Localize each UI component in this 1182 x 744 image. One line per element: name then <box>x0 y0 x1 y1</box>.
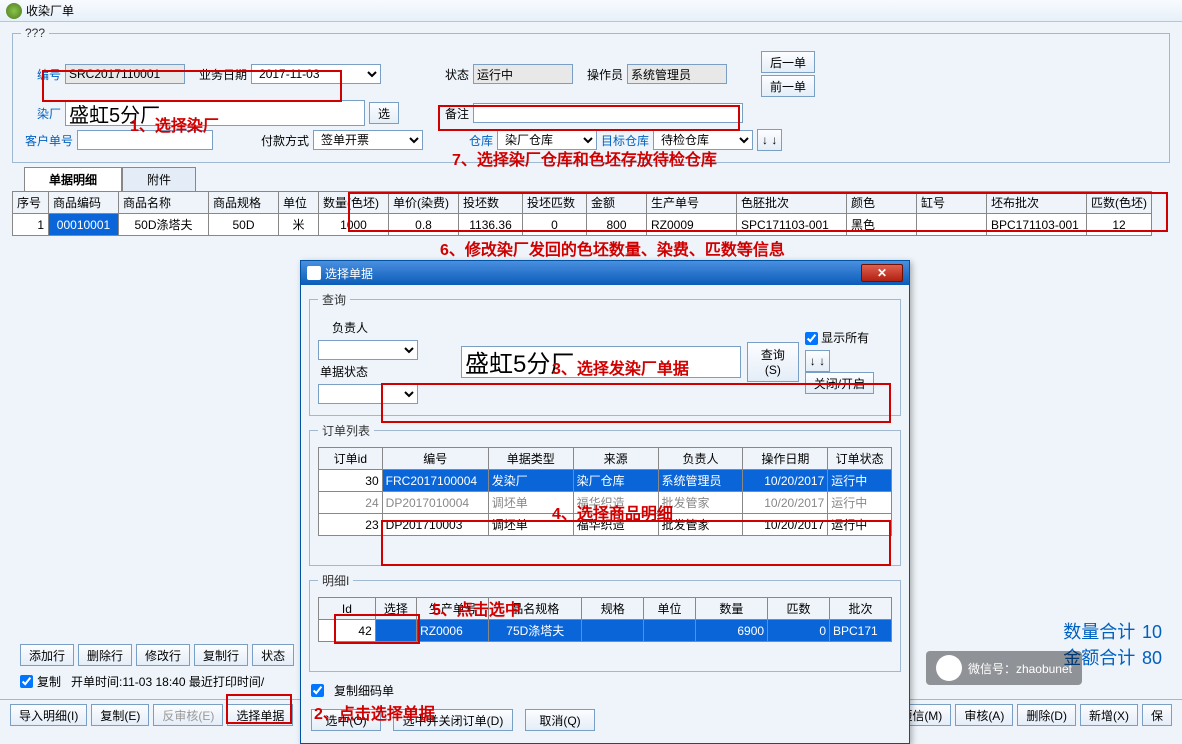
unaudit-button: 反审核(E) <box>153 704 223 726</box>
order-list-grid[interactable]: 订单id编号单据类型来源负责人操作日期订单状态 30FRC2017100004发… <box>318 447 892 536</box>
operator-input <box>627 64 727 84</box>
detail-grid-header: Id选择生产单号品名规格规格单位数量匹数批次 <box>319 598 892 620</box>
header-fieldset: ??? 编号 业务日期 2017-11-03 状态 操作员 后一单 前一单 染厂… <box>12 26 1170 163</box>
header-legend: ??? <box>21 26 49 40</box>
order-list-row[interactable]: 23DP201710003调坯单福华织造批发管家10/20/2017运行中 <box>319 514 892 536</box>
bill-no-label: 编号 <box>21 66 61 83</box>
copy-detail-label: 复制细码单 <box>334 682 394 699</box>
order-list-row[interactable]: 30FRC2017100004发染厂染厂仓库系统管理员10/20/2017运行中 <box>319 470 892 492</box>
copy-chk-label: 复制 <box>37 673 61 690</box>
operator-label: 操作员 <box>587 66 623 83</box>
wechat-watermark: 微信号：zhaobunet <box>926 651 1082 685</box>
target-wh-label: 目标仓库 <box>601 132 649 149</box>
save-button[interactable]: 保 <box>1142 704 1172 726</box>
detail-grid-inner[interactable]: Id选择生产单号品名规格规格单位数量匹数批次 42RZ000675D涤塔夫690… <box>318 597 892 642</box>
add-button[interactable]: 新增(X) <box>1080 704 1138 726</box>
order-list-legend: 订单列表 <box>318 422 374 439</box>
prev-bill-button[interactable]: 前一单 <box>761 75 815 97</box>
search-button[interactable]: 查询(S) <box>747 342 799 382</box>
add-row-button[interactable]: 添加行 <box>20 644 74 666</box>
cust-order-label: 客户单号 <box>21 132 73 149</box>
dye-factory-input[interactable] <box>65 100 365 126</box>
biz-date-select[interactable]: 2017-11-03 <box>251 64 381 84</box>
copy-detail-checkbox[interactable] <box>311 684 324 697</box>
order-list-header: 订单id编号单据类型来源负责人操作日期订单状态 <box>319 448 892 470</box>
dialog-title-text: 选择单据 <box>325 265 373 282</box>
bill-status-select[interactable] <box>318 384 418 404</box>
tab-bar: 单据明细 附件 <box>24 167 1182 191</box>
search-input[interactable] <box>461 346 741 378</box>
warehouse-select[interactable]: 染厂仓库 <box>497 130 597 150</box>
cust-order-input[interactable] <box>77 130 213 150</box>
warehouse-label: 仓库 <box>469 132 493 149</box>
show-all-label: 显示所有 <box>821 331 869 345</box>
open-time-text: 开单时间:11-03 18:40 最近打印时间/ <box>71 673 264 690</box>
window-title: 收染厂单 <box>26 2 74 19</box>
dialog-icon <box>307 266 321 280</box>
dye-factory-label: 染厂 <box>21 105 61 122</box>
dlg-cancel-button[interactable]: 取消(Q) <box>525 709 595 731</box>
grid-header-row: 序号商品编码商品名称商品规格单位数量(色坯)单价(染费)投坯数投坯匹数金额生产单… <box>13 192 1152 214</box>
biz-date-label: 业务日期 <box>199 66 247 83</box>
grid-row[interactable]: 1 00010001 50D涤塔夫 50D 米 1000 0.8 1136.36… <box>13 214 1152 236</box>
select-factory-button[interactable]: 选 <box>369 102 399 124</box>
show-all-checkbox[interactable] <box>805 332 818 345</box>
target-wh-select[interactable]: 待检仓库 <box>653 130 753 150</box>
query-fieldset: 查询 负责人 单据状态 查询(S) 显示所有 ↓ ↓ 关闭/开启 <box>309 291 901 416</box>
app-icon <box>6 3 22 19</box>
reorder-arrows[interactable]: ↓ ↓ <box>757 129 782 151</box>
close-icon[interactable]: ✕ <box>861 264 903 282</box>
copy-button[interactable]: 复制(E) <box>91 704 149 726</box>
pay-method-label: 付款方式 <box>261 132 309 149</box>
del-row-button[interactable]: 删除行 <box>78 644 132 666</box>
row-edit-buttons: 添加行 删除行 修改行 复制行 状态 <box>20 644 294 666</box>
select-bill-dialog: 选择单据 ✕ 查询 负责人 单据状态 查询(S) 显示所有 ↓ ↓ 关闭/开启 … <box>300 260 910 744</box>
next-bill-button[interactable]: 后一单 <box>761 51 815 73</box>
wechat-text: 微信号：zhaobunet <box>968 660 1072 677</box>
remark-label: 备注 <box>445 105 469 122</box>
query-legend: 查询 <box>318 291 350 308</box>
delete-button[interactable]: 删除(D) <box>1017 704 1076 726</box>
dlg-select-close-button[interactable]: 选中并关闭订单(D) <box>393 709 513 731</box>
bill-status-label: 单据状态 <box>318 363 368 380</box>
close-open-button[interactable]: 关闭/开启 <box>805 372 874 394</box>
window-titlebar: 收染厂单 <box>0 0 1182 22</box>
dialog-titlebar[interactable]: 选择单据 ✕ <box>301 261 909 285</box>
tab-attach[interactable]: 附件 <box>122 167 196 191</box>
audit-button[interactable]: 审核(A) <box>955 704 1013 726</box>
pay-method-select[interactable]: 签单开票 <box>313 130 423 150</box>
copy-checkbox[interactable] <box>20 675 33 688</box>
detail-grid[interactable]: 序号商品编码商品名称商品规格单位数量(色坯)单价(染费)投坯数投坯匹数金额生产单… <box>12 191 1152 236</box>
dlg-select-button[interactable]: 选中(O) <box>311 709 381 731</box>
detail-fieldset: 明细I Id选择生产单号品名规格规格单位数量匹数批次 42RZ000675D涤塔… <box>309 572 901 672</box>
import-detail-button[interactable]: 导入明细(I) <box>10 704 87 726</box>
remark-input[interactable] <box>473 103 743 123</box>
select-bill-button[interactable]: 选择单据 <box>227 704 293 726</box>
status-label: 状态 <box>445 66 469 83</box>
status-input <box>473 64 573 84</box>
owner-label: 负责人 <box>318 319 368 336</box>
order-list-fieldset: 订单列表 订单id编号单据类型来源负责人操作日期订单状态 30FRC201710… <box>309 422 901 566</box>
order-list-row[interactable]: 24DP2017010004调坯单福华织造批发管家10/20/2017运行中 <box>319 492 892 514</box>
tab-detail[interactable]: 单据明细 <box>24 167 122 191</box>
owner-select[interactable] <box>318 340 418 360</box>
copy-row-button[interactable]: 复制行 <box>194 644 248 666</box>
detail-grid-row[interactable]: 42RZ000675D涤塔夫69000BPC171 <box>319 620 892 642</box>
annot-6: 6、修改染厂发回的色坯数量、染费、匹数等信息 <box>440 236 785 260</box>
status-button[interactable]: 状态 <box>252 644 294 666</box>
wechat-icon <box>936 655 962 681</box>
mod-row-button[interactable]: 修改行 <box>136 644 190 666</box>
detail-legend: 明细I <box>318 572 353 589</box>
bill-no-input <box>65 64 185 84</box>
dlg-arrows[interactable]: ↓ ↓ <box>805 350 830 372</box>
